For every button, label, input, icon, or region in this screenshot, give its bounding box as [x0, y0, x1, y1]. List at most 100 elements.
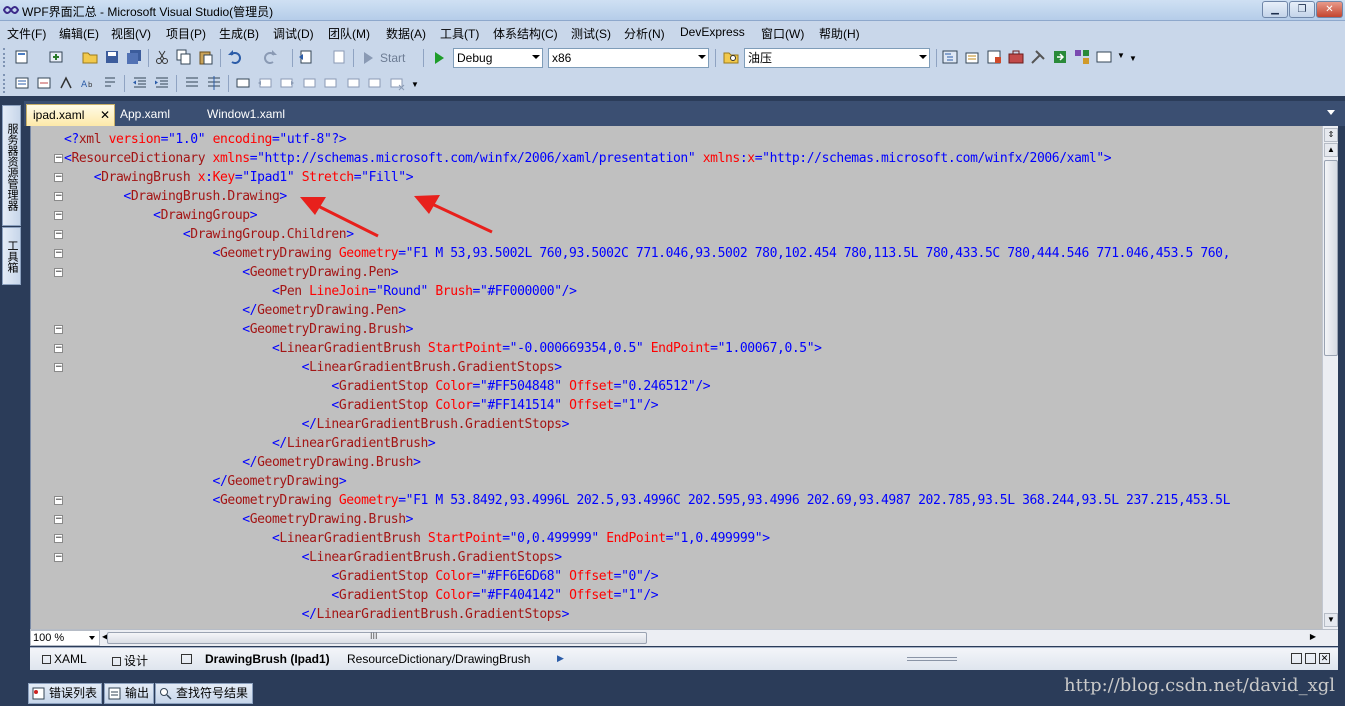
menu-edit[interactable]: 编辑(E) [59, 25, 99, 42]
toolbar-grip[interactable] [3, 48, 6, 67]
menu-analyze[interactable]: 分析(N) [624, 25, 665, 42]
object-browser-icon[interactable] [986, 49, 1002, 65]
start-debugging-icon[interactable] [431, 50, 447, 66]
decrease-indent-icon[interactable] [132, 75, 148, 91]
collapse-icon[interactable]: − [54, 268, 63, 277]
start-button-label[interactable]: Start [380, 51, 405, 65]
splitter-grip[interactable] [907, 657, 957, 661]
comment-out-icon[interactable] [184, 75, 200, 91]
collapse-icon[interactable]: − [54, 249, 63, 258]
code-editor[interactable]: <?xml version="1.0" encoding="utf-8"?> −… [30, 126, 1338, 629]
xaml-view-button[interactable]: XAML [42, 652, 87, 666]
scroll-down-icon[interactable]: ▼ [1324, 613, 1338, 627]
new-project-icon[interactable] [14, 49, 30, 65]
previous-bookmark-icon[interactable] [257, 75, 273, 91]
menu-data[interactable]: 数据(A) [386, 25, 426, 42]
command-window-icon[interactable] [1096, 49, 1112, 65]
zoom-select[interactable]: 100 % [30, 630, 100, 646]
collapse-icon[interactable]: − [54, 211, 63, 220]
collapse-icon[interactable]: − [54, 230, 63, 239]
uncomment-icon[interactable] [206, 75, 222, 91]
increase-indent-icon[interactable] [154, 75, 170, 91]
design-view-button[interactable]: 设计 [112, 652, 148, 669]
collapse-icon[interactable]: − [54, 553, 63, 562]
menu-help[interactable]: 帮助(H) [819, 25, 860, 42]
output-tab[interactable]: 输出 [104, 683, 155, 704]
navigate-backward-icon[interactable] [298, 49, 314, 65]
copy-icon[interactable] [176, 49, 192, 65]
save-icon[interactable] [104, 49, 120, 65]
collapse-icon[interactable]: − [54, 154, 63, 163]
minimize-button[interactable]: ▁ [1262, 1, 1288, 18]
horizontal-scroll-thumb[interactable]: III [107, 631, 647, 644]
scroll-up-icon[interactable]: ▲ [1324, 143, 1338, 157]
maximize-button[interactable]: ❐ [1289, 1, 1315, 18]
toolbar-grip[interactable] [3, 74, 6, 93]
menu-file[interactable]: 文件(F) [7, 25, 46, 42]
vertical-split-icon[interactable] [1291, 653, 1302, 664]
menu-window[interactable]: 窗口(W) [761, 25, 804, 42]
complete-word-icon[interactable]: Ab [80, 75, 96, 91]
add-item-icon[interactable] [48, 49, 64, 65]
collapse-icon[interactable]: − [54, 325, 63, 334]
extension-manager-icon[interactable] [1030, 49, 1046, 65]
previous-bookmark-in-folder-icon[interactable] [301, 75, 317, 91]
selected-element[interactable]: DrawingBrush (Ipad1) [205, 652, 330, 666]
toolbar-overflow-icon[interactable]: ▼ [411, 80, 419, 89]
menu-project[interactable]: 项目(P) [166, 25, 206, 42]
menu-devexpress[interactable]: DevExpress [680, 25, 745, 39]
next-bookmark-icon[interactable] [279, 75, 295, 91]
close-button[interactable]: ✕ [1316, 1, 1343, 18]
find-in-files-icon[interactable] [723, 49, 739, 65]
quick-info-icon[interactable] [58, 75, 74, 91]
menu-view[interactable]: 视图(V) [111, 25, 151, 42]
tab-window1-xaml[interactable]: Window1.xaml [201, 104, 291, 126]
undo-icon[interactable] [227, 49, 243, 65]
menu-tools[interactable]: 工具(T) [440, 25, 479, 42]
properties-icon[interactable] [964, 49, 980, 65]
tab-ipad-xaml[interactable]: ipad.xaml ✕ [26, 104, 115, 126]
collapse-icon[interactable]: − [54, 344, 63, 353]
clear-bookmarks-icon[interactable] [389, 75, 405, 91]
solution-explorer-icon[interactable] [942, 49, 958, 65]
save-all-icon[interactable] [126, 49, 142, 65]
collapse-pane-icon[interactable]: ✕ [1319, 653, 1330, 664]
start-icon[interactable] [360, 50, 376, 66]
split-window-icon[interactable]: ⇕ [1324, 128, 1338, 142]
find-combo[interactable]: 油压 [744, 48, 930, 68]
close-icon[interactable]: ✕ [100, 105, 110, 125]
toolbox-icon[interactable] [1008, 49, 1024, 65]
collapse-icon[interactable]: − [54, 192, 63, 201]
paste-icon[interactable] [198, 49, 214, 65]
menu-build[interactable]: 生成(B) [219, 25, 259, 42]
server-explorer-tab[interactable]: 服务器资源管理器 [2, 105, 21, 226]
vertical-scrollbar[interactable]: ⇕ ▲ ▼ [1322, 126, 1338, 629]
redo-icon[interactable] [262, 49, 278, 65]
toggle-bookmark-icon[interactable] [235, 75, 251, 91]
menu-debug[interactable]: 调试(D) [273, 25, 314, 42]
solution-platform-select[interactable]: x86 [548, 48, 709, 68]
menu-team[interactable]: 团队(M) [328, 25, 370, 42]
previous-bookmark-in-document-icon[interactable] [345, 75, 361, 91]
toolbar-overflow-icon[interactable]: ▼ [1129, 54, 1137, 63]
navigate-forward-icon[interactable] [331, 49, 347, 65]
element-breadcrumb[interactable]: ResourceDictionary/DrawingBrush [347, 652, 530, 666]
parameter-info-icon[interactable] [36, 75, 52, 91]
solution-configuration-select[interactable]: Debug [453, 48, 543, 68]
next-bookmark-in-folder-icon[interactable] [323, 75, 339, 91]
chevron-down-icon[interactable]: ▼ [1117, 51, 1125, 60]
breadcrumb-chevron-icon[interactable]: ▶ [557, 653, 564, 664]
class-view-icon[interactable] [1074, 49, 1090, 65]
menu-architecture[interactable]: 体系结构(C) [493, 25, 558, 42]
list-members-icon[interactable] [14, 75, 30, 91]
collapse-icon[interactable]: − [54, 363, 63, 372]
collapse-icon[interactable]: − [54, 173, 63, 182]
tab-list-dropdown-icon[interactable] [1327, 110, 1335, 115]
collapse-icon[interactable]: − [54, 534, 63, 543]
find-symbol-results-tab[interactable]: 查找符号结果 [155, 683, 254, 704]
horizontal-split-icon[interactable] [1305, 653, 1316, 664]
open-folder-icon[interactable] [82, 49, 98, 65]
next-bookmark-in-document-icon[interactable] [367, 75, 383, 91]
cut-icon[interactable] [154, 49, 170, 65]
collapse-icon[interactable]: − [54, 515, 63, 524]
